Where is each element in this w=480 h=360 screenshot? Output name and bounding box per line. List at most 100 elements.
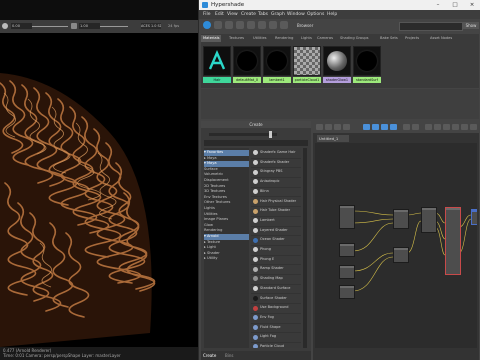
gamma-field[interactable]: 1.00 [79,23,100,29]
tab-cameras[interactable]: Cameras [317,35,333,42]
create-search-input[interactable] [204,140,308,146]
tab-rendering[interactable]: Rendering [275,35,293,42]
graph-tool-icon[interactable] [316,124,323,130]
shader-node[interactable] [445,207,461,275]
tab-projects[interactable]: Projects [405,35,419,42]
exposure-slider[interactable] [32,26,68,27]
swatch-particlecloud[interactable]: particleCloud1 [293,46,321,85]
list-icon[interactable] [461,124,468,130]
slider-handle[interactable] [269,131,272,138]
shader-list: Shaderfx Game Hair Shaderfx Shader Stingra… [251,148,301,348]
connect-icon[interactable] [381,124,388,130]
menu-tabs[interactable]: Tabs [258,10,268,19]
render-icon[interactable] [225,21,233,29]
new-tab-icon[interactable] [203,21,211,29]
connect-icon[interactable] [372,124,379,130]
menu-create[interactable]: Create [241,10,256,19]
close-button[interactable]: × [465,0,479,10]
color-management-field[interactable]: ACES 1.0 SDR-video [141,23,161,29]
tab-textures[interactable]: Textures [229,35,244,42]
graph-node[interactable] [421,207,437,233]
gear-icon[interactable] [2,23,8,29]
sort-icon[interactable] [280,21,288,29]
maximize-button[interactable]: □ [448,0,462,10]
shader-swatch-icon [253,198,258,204]
swatch-label: lambert1 [263,77,291,83]
swatch-icon[interactable] [236,21,244,29]
menu-file[interactable]: File [203,10,211,19]
tree-item[interactable]: ▸ Utility [204,256,249,262]
menu-options[interactable]: Options [307,10,324,19]
tab-materials[interactable]: Materials [201,35,222,42]
tab-create[interactable]: Create [203,352,216,359]
tab-bins[interactable]: Bins [225,352,233,359]
grid-view-icon[interactable] [247,21,255,29]
hair-render [0,73,156,347]
arnold-logo-icon [203,46,231,76]
list-icon[interactable] [443,124,450,130]
tab-bake-sets[interactable]: Bake Sets [380,35,398,42]
gamma-icon[interactable] [71,23,77,29]
viewport-canvas[interactable] [0,33,198,347]
graph-node[interactable] [339,243,355,257]
graph-node[interactable] [339,205,355,229]
swatch-lambert1[interactable]: lambert1 [263,46,291,85]
shader-swatch-icon [253,169,258,175]
connect-icon[interactable] [363,124,370,130]
show-button[interactable]: Show [463,22,479,29]
graph-tool-icon[interactable] [325,124,332,130]
list-icon[interactable] [434,124,441,130]
menu-window[interactable]: Window [287,10,305,19]
graph-tool-icon[interactable] [334,124,341,130]
list-view-icon[interactable] [258,21,266,29]
shader-label: Blinn [260,188,269,193]
swatch-defaultmat[interactable]: defaultMat_0 [233,46,261,85]
create-scrollbar[interactable] [303,148,307,348]
shader-swatch-icon [253,295,258,301]
list-icon[interactable] [452,124,459,130]
app-icon [202,2,208,8]
menu-view[interactable]: View [227,10,238,19]
shading-group-node[interactable] [471,209,477,225]
browser-scroll-area[interactable] [201,89,479,119]
menu-graph[interactable]: Graph [271,10,285,19]
viewport-panel[interactable]: 0.00 1.00 ACES 1.0 SDR-video 24 fps [0,0,198,360]
swatch-size-slider[interactable] [209,131,277,138]
graph-node[interactable] [393,247,409,263]
shader-swatch-icon [253,266,258,272]
graph-icon[interactable] [214,21,222,29]
exposure-field[interactable]: 0.00 [11,23,32,29]
tab-shading-groups[interactable]: Shading Groups [340,35,369,42]
tab-utilities[interactable]: Utilities [253,35,267,42]
tab-asset-nodes[interactable]: Asset Nodes [430,35,452,42]
swatch-shaderglow[interactable]: shaderGlow1 [323,46,351,85]
shader-swatch-icon [253,257,258,263]
graph-tool-icon[interactable] [403,124,410,130]
graph-canvas[interactable] [315,143,477,348]
shader-label: Fluid Shape [260,324,281,329]
swatch-hair[interactable]: Hair [203,46,231,85]
swatch-standardsurface[interactable]: standardSurf [353,46,381,85]
minimize-button[interactable]: – [431,0,445,10]
shader-swatch-icon [253,315,258,321]
menu-help[interactable]: Help [327,10,337,19]
hypershade-window: Hypershade – □ × File Edit View Create T… [198,0,480,360]
list-icon[interactable] [470,124,477,130]
shader-swatch-icon [253,286,258,292]
graph-tool-icon[interactable] [412,124,419,130]
gamma-slider[interactable] [100,26,128,27]
connect-icon[interactable] [390,124,397,130]
browser-search-input[interactable] [399,22,463,31]
graph-node[interactable] [393,209,409,229]
list-icon[interactable] [425,124,432,130]
graph-tool-icon[interactable] [343,124,350,130]
shader-label: Ocean Shader [260,237,285,242]
graph-tab[interactable]: Untitled_1 [317,135,349,142]
tab-lights[interactable]: Lights [301,35,312,42]
menu-edit[interactable]: Edit [215,10,224,19]
shader-label: Shading Map [260,276,283,281]
small-icons-icon[interactable] [269,21,277,29]
graph-node[interactable] [339,285,355,299]
graph-node[interactable] [339,265,355,279]
shader-list-item[interactable]: Particle Cloud [251,342,301,348]
